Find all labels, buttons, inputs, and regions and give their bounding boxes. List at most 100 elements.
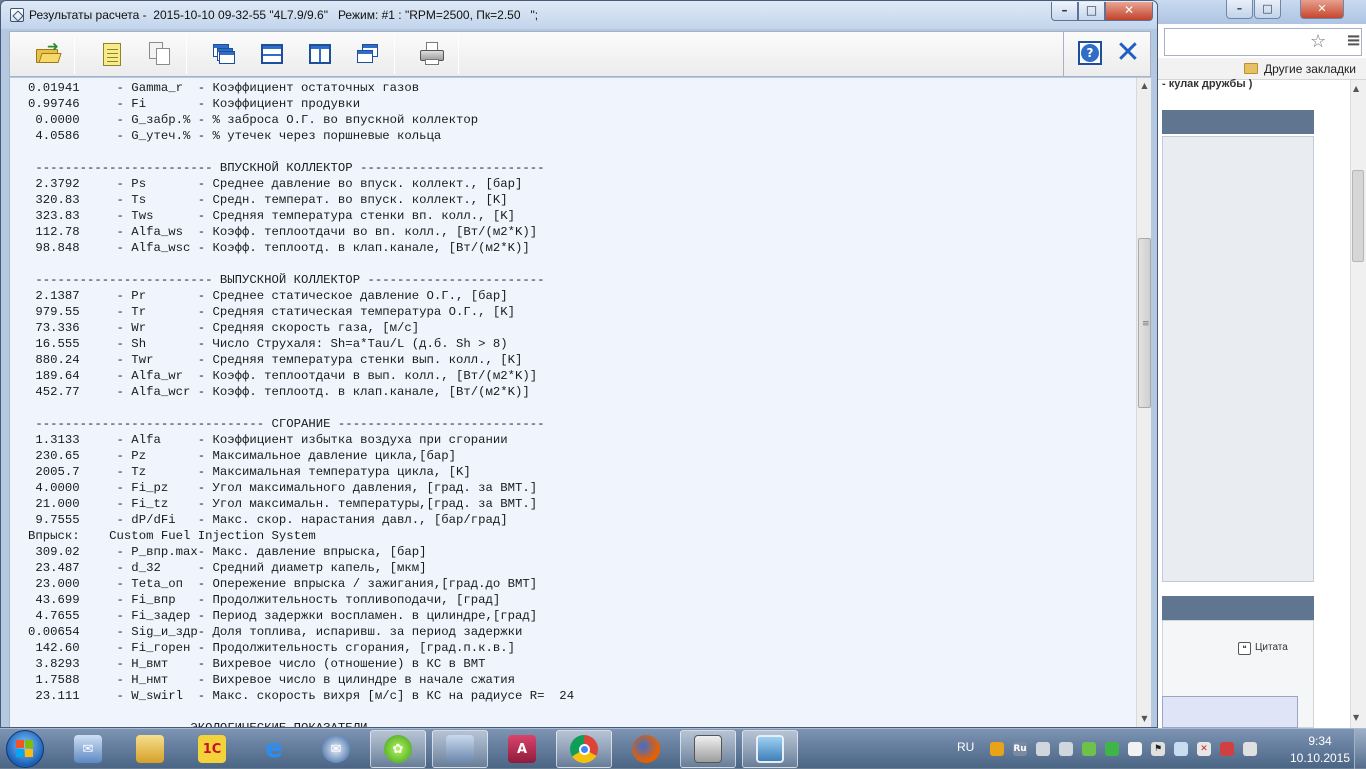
cascade-windows-icon[interactable] [206, 36, 242, 72]
copy-icon[interactable] [142, 36, 178, 72]
toolbar-separator [74, 36, 75, 74]
new-document-icon[interactable] [94, 36, 130, 72]
result-line: -------------------- ЭКОЛОГИЧЕСКИЕ ПОКАЗ… [28, 721, 545, 728]
browser-scroll-up-icon[interactable]: ▲ [1353, 84, 1359, 93]
title-bar[interactable]: Результаты расчета - 2015-10-10 09-32-55… [1, 1, 1157, 29]
icq-tray-icon[interactable] [1105, 742, 1119, 756]
result-line: 0.99746 - Fi - Коэффициент продувки [28, 97, 361, 111]
1c-icon[interactable]: 1C [184, 730, 240, 768]
result-line: 23.111 - W_swirl - Макс. скорость вихря … [28, 689, 575, 703]
help-button-label: ? [1081, 44, 1099, 62]
close-window-button[interactable]: ✕ [1105, 2, 1153, 21]
close-results-icon[interactable]: ✕ [1110, 35, 1146, 71]
other-bookmarks-link[interactable]: Другие закладки [1264, 62, 1356, 76]
browser-minimize-button[interactable]: – [1226, 0, 1253, 19]
clock-time[interactable]: 9:34 [1290, 734, 1350, 748]
scroll-thumb[interactable]: ≡ [1138, 238, 1151, 408]
start-button[interactable] [6, 730, 44, 768]
mail-icon[interactable]: ✉ [60, 730, 116, 768]
help-icon[interactable]: ? [1072, 35, 1108, 71]
maximize-button[interactable]: □ [1078, 2, 1105, 21]
image-viewer-icon[interactable] [742, 730, 798, 768]
app-icon[interactable] [10, 8, 24, 22]
windows-logo-icon [16, 740, 34, 758]
tile-horizontal-icon[interactable] [254, 36, 290, 72]
firefox-icon[interactable] [618, 730, 674, 768]
taskbar: ✉ 1C e ✉ ✿ A RU Ru ⚑ ✕ 9:34 10.10.2015 [0, 728, 1366, 769]
result-line: 230.65 - Pz - Максимальное давление цикл… [28, 449, 457, 463]
tray-network-icon[interactable] [1243, 742, 1257, 756]
tray-app-icon[interactable] [990, 742, 1004, 756]
tile-vertical-icon[interactable] [302, 36, 338, 72]
tray-warning-icon[interactable] [1220, 742, 1234, 756]
reply-box[interactable] [1162, 696, 1298, 728]
result-line: 0.01941 - Gamma_r - Коэффициент остаточн… [28, 81, 420, 95]
tray-check-icon[interactable] [1128, 742, 1142, 756]
result-line: 43.699 - Fi_впр - Продолжительность топл… [28, 593, 501, 607]
result-line: 2005.7 - Tz - Максимальная температура ц… [28, 465, 471, 479]
icq-icon[interactable]: ✿ [370, 730, 426, 768]
result-line: 1.7588 - H_нмт - Вихревое число в цилинд… [28, 673, 516, 687]
result-line: 0.0000 - G_забр.% - % заброса О.Г. во вп… [28, 113, 479, 127]
display-settings-icon[interactable] [432, 730, 488, 768]
arrange-windows-icon[interactable] [350, 36, 386, 72]
browser-scroll-down-icon[interactable]: ▼ [1353, 713, 1359, 722]
file-explorer-icon[interactable] [122, 730, 178, 768]
result-line: 4.0000 - Fi_pz - Угол максимального давл… [28, 481, 538, 495]
result-line: 0.00654 - Sig_и_здр- Доля топлива, испар… [28, 625, 523, 639]
network-icon[interactable] [1174, 742, 1188, 756]
result-line: 4.7655 - Fi_задер - Период задержки восп… [28, 609, 538, 623]
chrome-icon[interactable] [556, 730, 612, 768]
toolbar-separator [458, 36, 459, 74]
action-center-flag-icon[interactable]: ⚑ [1151, 742, 1165, 756]
browser-scroll-thumb[interactable] [1352, 170, 1364, 262]
result-line [28, 256, 574, 272]
results-text-area[interactable]: 0.01941 - Gamma_r - Коэффициент остаточн… [9, 78, 1136, 728]
result-line: 2.3792 - Ps - Среднее давление во впуск.… [28, 177, 523, 191]
quote-button[interactable]: Цитата [1255, 642, 1288, 653]
result-line: 189.64 - Alfa_wr - Коэфф. теплоотдачи в … [28, 369, 538, 383]
internet-explorer-icon[interactable]: e [246, 730, 302, 768]
toolbar: ➜ [9, 31, 1151, 77]
thunderbird-icon[interactable]: ✉ [308, 730, 364, 768]
volume-muted-icon[interactable]: ✕ [1197, 742, 1211, 756]
tray-settings-icon[interactable] [1082, 742, 1096, 756]
browser-close-button[interactable]: ✕ [1300, 0, 1344, 19]
access-icon[interactable]: A [494, 730, 550, 768]
close-results-label: ✕ [1115, 35, 1141, 70]
scroll-down-icon[interactable]: ▼ [1139, 714, 1150, 723]
language-indicator[interactable]: RU [957, 740, 974, 754]
result-line: 452.77 - Alfa_wcr - Коэфф. теплоотд. в к… [28, 385, 530, 399]
clock-date[interactable]: 10.10.2015 [1278, 751, 1362, 765]
toolbar-right-group: ? ✕ [1063, 31, 1151, 77]
result-line: ------------------------ ВПУСКНОЙ КОЛЛЕК… [28, 161, 545, 175]
result-line: 112.78 - Alfa_ws - Коэфф. теплоотдачи во… [28, 225, 538, 239]
show-desktop-button[interactable] [1354, 729, 1366, 769]
system-tray: RU Ru ⚑ ✕ 9:34 10.10.2015 [950, 729, 1366, 769]
browser-menu-icon[interactable]: ≡ [1346, 30, 1361, 51]
engine-app-icon[interactable] [680, 730, 736, 768]
result-line [28, 144, 574, 160]
bookmark-star-icon[interactable]: ☆ [1310, 31, 1326, 52]
result-line: 9.7555 - dP/dFi - Макс. скор. нарастания… [28, 513, 508, 527]
tray-tools-icon[interactable] [1036, 742, 1050, 756]
print-icon[interactable] [414, 36, 450, 72]
result-line: 309.02 - P_впр.max- Макс. давление впрыс… [28, 545, 427, 559]
background-browser-window: – □ ✕ ☆ ≡ Другие закладки - кулак дружбы… [1150, 0, 1366, 728]
tray-devices-icon[interactable] [1059, 742, 1073, 756]
browser-address-bar[interactable] [1164, 28, 1362, 56]
result-line: 23.487 - d_32 - Средний диаметр капель, … [28, 561, 427, 575]
scroll-up-icon[interactable]: ▲ [1139, 81, 1150, 90]
result-line: 98.848 - Alfa_wsc - Коэфф. теплоотд. в к… [28, 241, 530, 255]
forum-text-fragment: - кулак дружбы ) [1162, 78, 1253, 90]
minimize-button[interactable]: – [1051, 2, 1078, 21]
results-lines: 0.01941 - Gamma_r - Коэффициент остаточн… [28, 80, 575, 728]
quote-icon[interactable]: ❝ [1238, 642, 1251, 655]
result-line: 320.83 - Ts - Средн. температ. во впуск.… [28, 193, 508, 207]
results-scrollbar[interactable]: ▲ ≡ ▼ [1136, 78, 1151, 727]
browser-maximize-button[interactable]: □ [1254, 0, 1281, 19]
toolbar-separator [394, 36, 395, 74]
open-icon[interactable]: ➜ [30, 36, 66, 72]
folder-icon [1244, 63, 1258, 74]
keyboard-ru-icon[interactable]: Ru [1013, 742, 1027, 756]
